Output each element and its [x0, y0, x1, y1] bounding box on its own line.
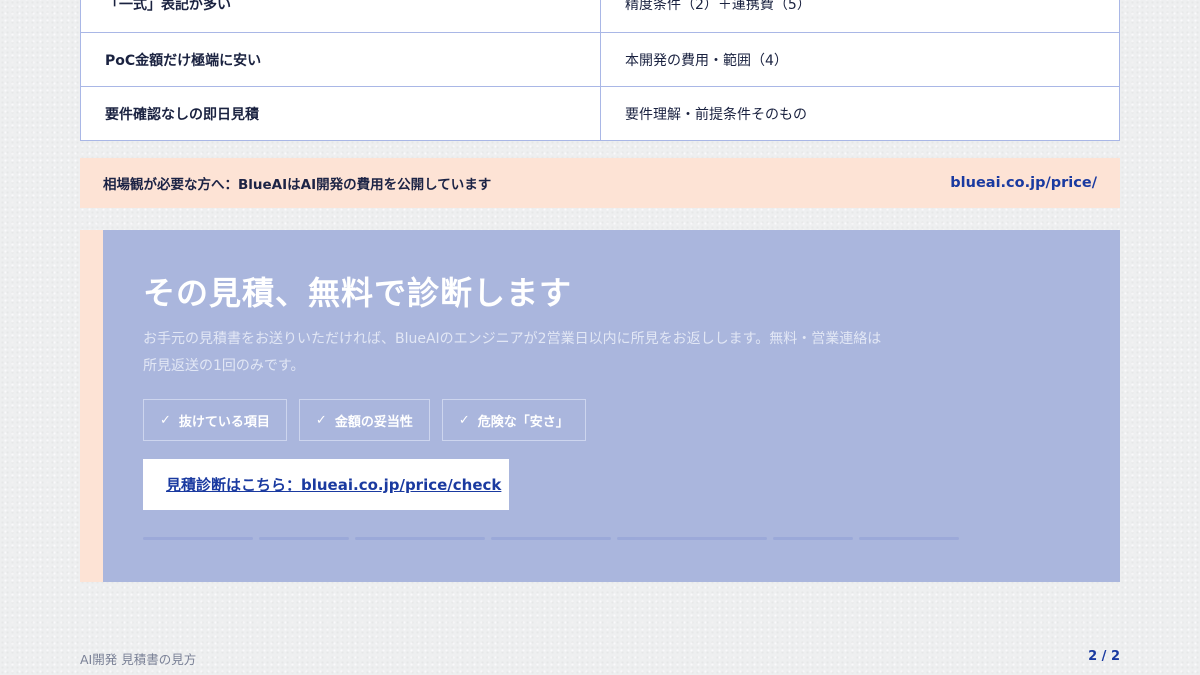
- cta-description-line-1: お手元の見積書をお送りいただければ、BlueAIのエンジニアが2営業日以内に所見…: [143, 331, 882, 347]
- table-row: 「一式」表記が多い 精度条件（2）＋運携費（5）: [81, 0, 1119, 32]
- table-row: PoC金額だけ極端に安い 本開発の費用・範囲（4）: [81, 32, 1119, 86]
- price-banner: 相場観が必要な方へ：BlueAIはAI開発の費用を公開しています blueai.…: [80, 158, 1120, 208]
- cta-title: その見積、無料で診断します: [143, 274, 573, 312]
- table-cell-right: 精度条件（2）＋運携費（5）: [600, 0, 1119, 32]
- feature-chip: ✓ 金額の妥当性: [298, 399, 430, 441]
- cta-description: お手元の見積書をお送りいただければ、BlueAIのエンジニアが2営業日以内に所見…: [143, 326, 1003, 380]
- diagnosis-cta-panel: その見積、無料で診断します お手元の見積書をお送りいただければ、BlueAIのエ…: [80, 230, 1120, 582]
- price-link[interactable]: blueai.co.jp/price/: [950, 175, 1097, 191]
- feature-chips: ✓ 抜けている項目 ✓ 金額の妥当性 ✓ 危険な「安さ」: [143, 399, 586, 441]
- feature-chip-label: 抜けている項目: [178, 414, 270, 430]
- table-cell-left: PoC金額だけ極端に安い: [105, 52, 262, 69]
- table-cell-left: 要件確認なしの即日見積: [105, 106, 259, 123]
- feature-chip: ✓ 危険な「安さ」: [441, 399, 586, 441]
- price-banner-message: 相場観が必要な方へ：BlueAIはAI開発の費用を公開しています: [103, 177, 492, 193]
- feature-chip-label: 危険な「安さ」: [477, 414, 569, 430]
- check-icon: ✓: [315, 412, 327, 428]
- check-icon: ✓: [458, 412, 470, 428]
- estimate-check-button[interactable]: 見積診断はこちら：blueai.co.jp/price/check: [143, 459, 509, 510]
- check-icon: ✓: [160, 412, 171, 428]
- cta-description-line-2: 所見返送の1回のみです。: [143, 358, 305, 374]
- page-number: 2 / 2: [1088, 649, 1120, 664]
- comparison-table: 「一式」表記が多い 精度条件（2）＋運携費（5） PoC金額だけ極端に安い 本開…: [80, 0, 1120, 141]
- table-cell-right: 要件理解・前提条件そのもの: [600, 87, 1119, 140]
- feature-chip-label: 金額の妥当性: [334, 414, 413, 430]
- footer-title: AI開発 見積書の見方: [80, 652, 197, 667]
- table-cell-right: 本開発の費用・範囲（4）: [600, 33, 1119, 86]
- table-row: 要件確認なしの即日見積 要件理解・前提条件そのもの: [81, 86, 1119, 140]
- table-cell-left: 「一式」表記が多い: [105, 0, 231, 13]
- cta-content: その見積、無料で診断します お手元の見積書をお送りいただければ、BlueAIのエ…: [103, 230, 1120, 582]
- feature-chip: ✓ 抜けている項目: [143, 399, 287, 441]
- faint-note-line: [143, 528, 1043, 548]
